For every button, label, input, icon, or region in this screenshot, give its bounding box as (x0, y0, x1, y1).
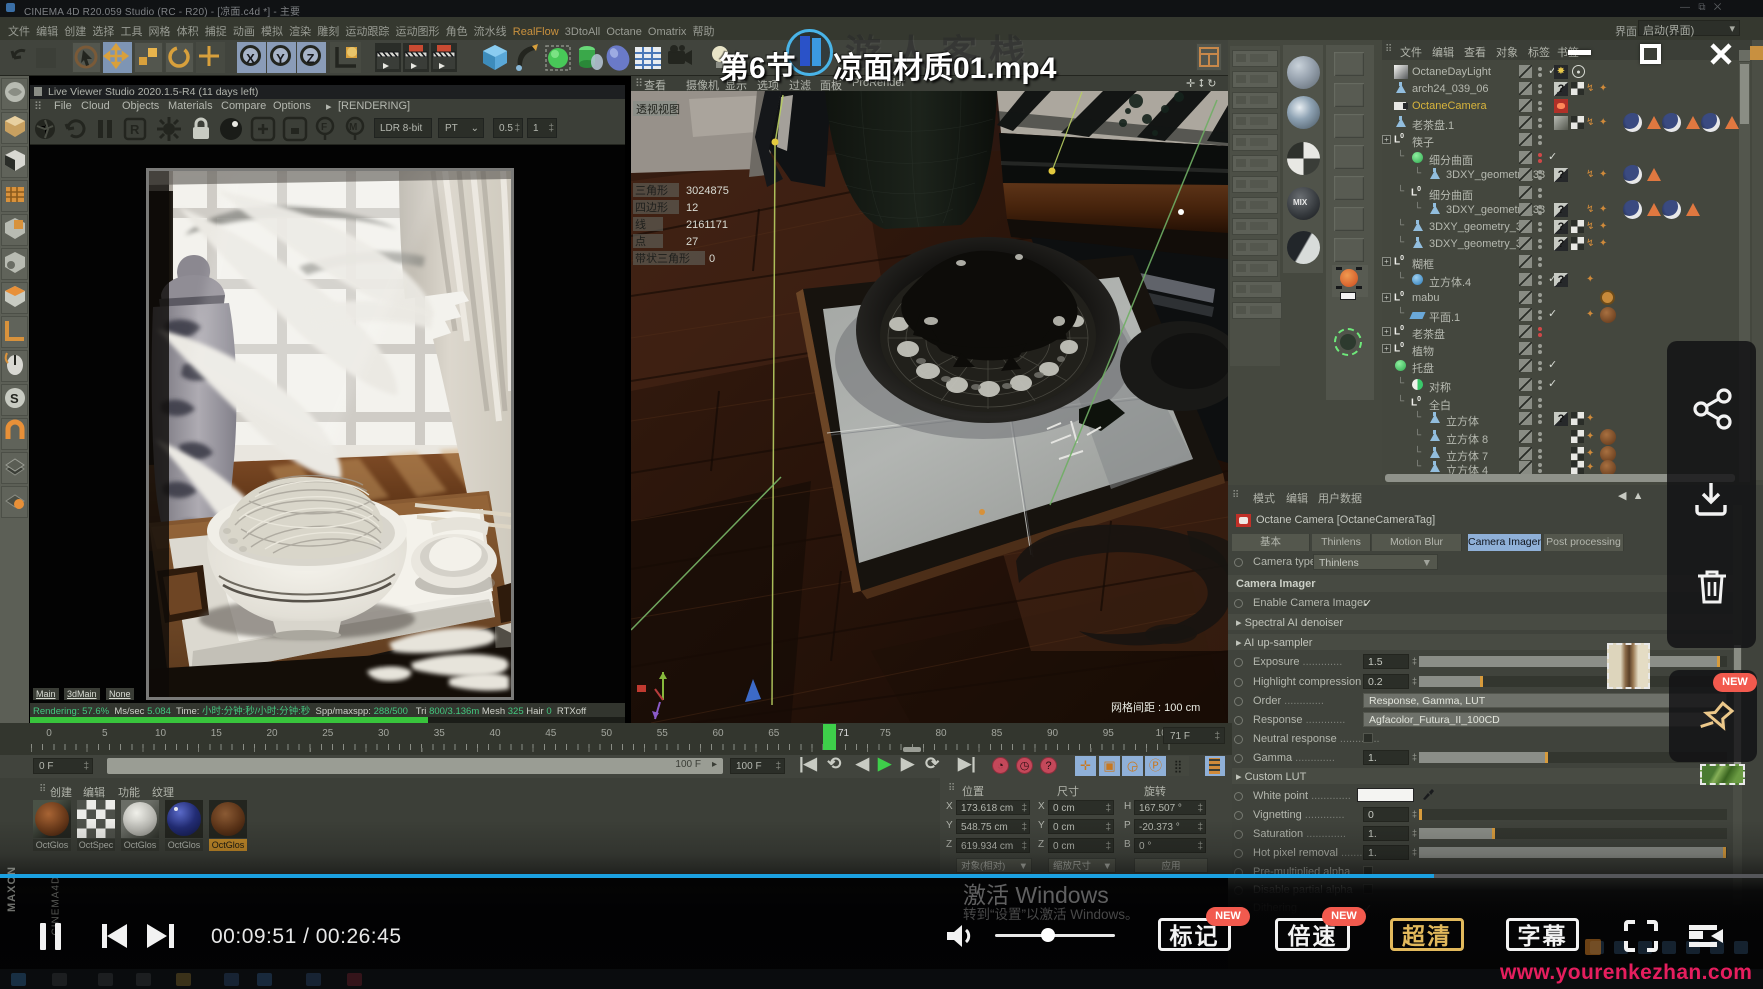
svg-text:点: 点 (635, 235, 646, 248)
svg-text:27: 27 (686, 236, 698, 248)
svg-text:F: F (321, 122, 327, 133)
svg-text:12: 12 (686, 202, 698, 214)
svg-text:0: 0 (709, 253, 715, 265)
svg-text:透视视图: 透视视图 (636, 102, 680, 116)
svg-text:3024875: 3024875 (686, 185, 729, 197)
svg-text:带状三角形: 带状三角形 (635, 251, 690, 265)
svg-text:网格间距 : 100 cm: 网格间距 : 100 cm (1111, 700, 1200, 714)
svg-text:四边形: 四边形 (635, 201, 668, 214)
svg-text:线: 线 (635, 217, 646, 231)
svg-text:M: M (349, 122, 357, 133)
svg-text:R: R (130, 122, 140, 137)
svg-text:2161171: 2161171 (686, 219, 728, 231)
svg-text:S: S (10, 391, 19, 406)
svg-text:三角形: 三角形 (635, 184, 668, 197)
